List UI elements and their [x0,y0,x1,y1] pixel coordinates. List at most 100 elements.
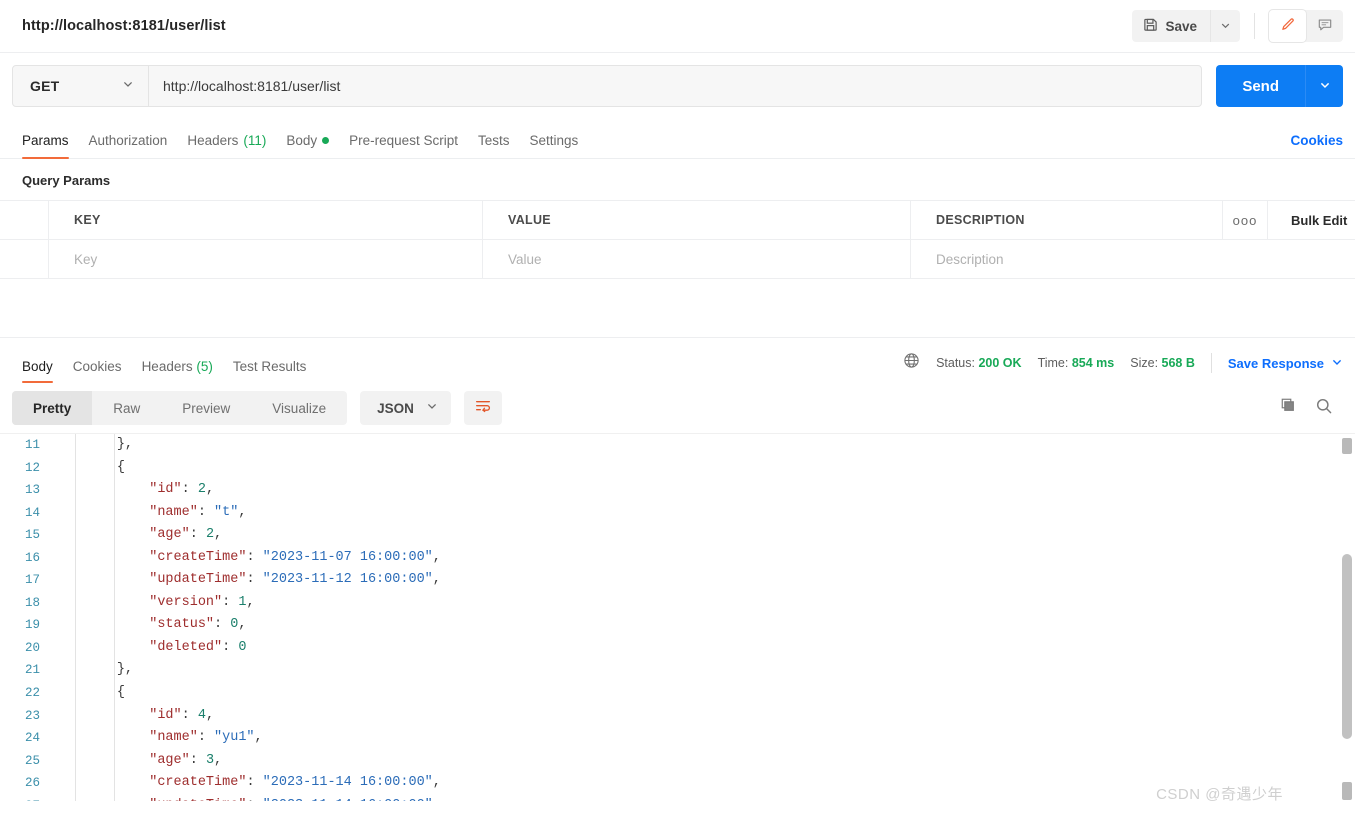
param-description-cell[interactable]: Description [911,240,1268,278]
code-line-text: "createTime": "2023-11-07 16:00:00", [52,547,1355,570]
line-number: 20 [24,640,40,655]
bulk-edit-button[interactable]: Bulk Edit [1268,201,1355,239]
row-checkbox-cell[interactable] [0,240,49,278]
code-token: 2 [205,527,215,543]
params-more-options-button[interactable]: ooo [1223,201,1268,239]
param-value-cell[interactable]: Value [483,240,911,278]
scrollbar-mark [1342,782,1352,800]
code-line: 14 "name": "t", [0,502,1355,525]
code-token: : [197,504,215,520]
tab-pre-request-script[interactable]: Pre-request Script [339,133,468,158]
line-number: 12 [24,460,40,475]
request-url-row: GET Send [0,53,1355,119]
toolbar-divider [1254,13,1255,39]
line-number: 13 [24,483,40,498]
view-mode-pretty[interactable]: Pretty [12,391,93,425]
line-number: 24 [24,731,40,746]
tab-settings[interactable]: Settings [519,133,588,158]
top-bar-actions: Save [1132,10,1343,42]
vertical-scrollbar[interactable] [1342,434,1352,801]
param-key-cell[interactable]: Key [49,240,483,278]
code-line-text: }, [52,659,1355,682]
view-mode-raw[interactable]: Raw [92,391,161,425]
comment-icon [1317,17,1333,36]
response-body-viewer[interactable]: 11 }, 12 {13 "id": 2, 14 "name": "t", 15 "a… [0,433,1355,801]
select-all-checkbox-cell[interactable] [0,201,49,239]
code-line: 21 }, [0,659,1355,682]
code-token: 3 [205,752,215,768]
send-button[interactable]: Send [1216,65,1305,107]
code-line: 15 "age": 2, [0,524,1355,547]
key-placeholder: Key [74,251,98,267]
tab-label: Authorization [88,133,168,148]
status-badge: Status: 200 OK [936,356,1022,370]
tab-body[interactable]: Body [276,133,339,158]
code-token: "2023-11-12 16:00:00" [262,572,433,588]
search-icon[interactable] [1315,397,1333,420]
save-options-button[interactable] [1210,10,1240,42]
pencil-icon-button[interactable] [1269,10,1306,42]
top-bar: http://localhost:8181/user/list Save [0,0,1355,53]
tab-params[interactable]: Params [12,133,79,159]
response-actions [1280,397,1343,420]
send-options-button[interactable] [1305,65,1343,107]
code-token: { [116,459,125,475]
json-code-block: 11 }, 12 {13 "id": 2, 14 "name": "t", 15 "a… [0,434,1355,801]
body-present-dot-icon [322,137,330,144]
wrap-text-button[interactable] [463,391,502,425]
tab-authorization[interactable]: Authorization [79,133,178,158]
copy-icon[interactable] [1280,397,1297,419]
table-header-row: KEY VALUE DESCRIPTION ooo Bulk Edit [0,201,1355,240]
code-token: "name" [149,504,198,520]
code-token: "name" [149,730,198,746]
url-input[interactable] [149,66,1202,106]
code-token: "2023-11-14 16:00:00" [262,775,433,791]
column-header-key: KEY [49,201,483,239]
code-line: 22 { [0,682,1355,705]
code-token: "age" [149,527,190,543]
cookies-link[interactable]: Cookies [1290,133,1343,158]
code-token: "version" [149,594,223,610]
tab-label: Params [22,133,69,148]
http-method-select[interactable]: GET [13,66,149,106]
line-number: 16 [24,550,40,565]
code-token: { [116,685,125,701]
code-token: : [246,798,262,801]
column-label: KEY [74,213,101,227]
globe-icon[interactable] [903,352,920,374]
line-number: 18 [24,595,40,610]
code-token: }, [116,662,134,678]
code-line-text: "status": 0, [52,614,1355,637]
response-tab-headers[interactable]: Headers (5) [132,359,223,383]
tab-label: Body [286,133,318,148]
postman-request-window: http://localhost:8181/user/list Save GET… [0,0,1355,814]
language-select[interactable]: JSON [360,391,451,425]
code-line-text: "createTime": "2023-11-14 16:00:00", [52,772,1355,795]
code-token: "yu1" [214,730,255,746]
response-tab-body[interactable]: Body [12,359,63,383]
view-mode-preview[interactable]: Preview [161,391,251,425]
code-token: , [246,594,255,610]
size-badge: Size: 568 B [1130,356,1195,370]
save-response-button[interactable]: Save Response [1228,356,1343,371]
response-tab-cookies[interactable]: Cookies [63,359,132,383]
column-header-description: DESCRIPTION [911,201,1223,239]
code-token: : [246,572,263,588]
tab-tests[interactable]: Tests [468,133,520,158]
code-token: : [214,617,231,633]
view-mode-visualize[interactable]: Visualize [251,391,347,425]
code-token: : [181,482,198,498]
comment-icon-button[interactable] [1306,10,1343,42]
ellipsis-icon: ooo [1232,212,1258,228]
scrollbar-thumb[interactable] [1342,554,1352,739]
chevron-down-icon [122,77,134,95]
tab-headers[interactable]: Headers (11) [177,133,276,158]
code-token: , [238,617,247,633]
code-line-text: "version": 1, [52,592,1355,615]
column-label: VALUE [508,213,551,227]
code-token: "createTime" [149,775,247,791]
code-token: , [238,504,247,520]
save-button[interactable]: Save [1132,10,1210,42]
code-line-text: }, [52,434,1355,457]
response-tab-test-results[interactable]: Test Results [223,359,317,383]
